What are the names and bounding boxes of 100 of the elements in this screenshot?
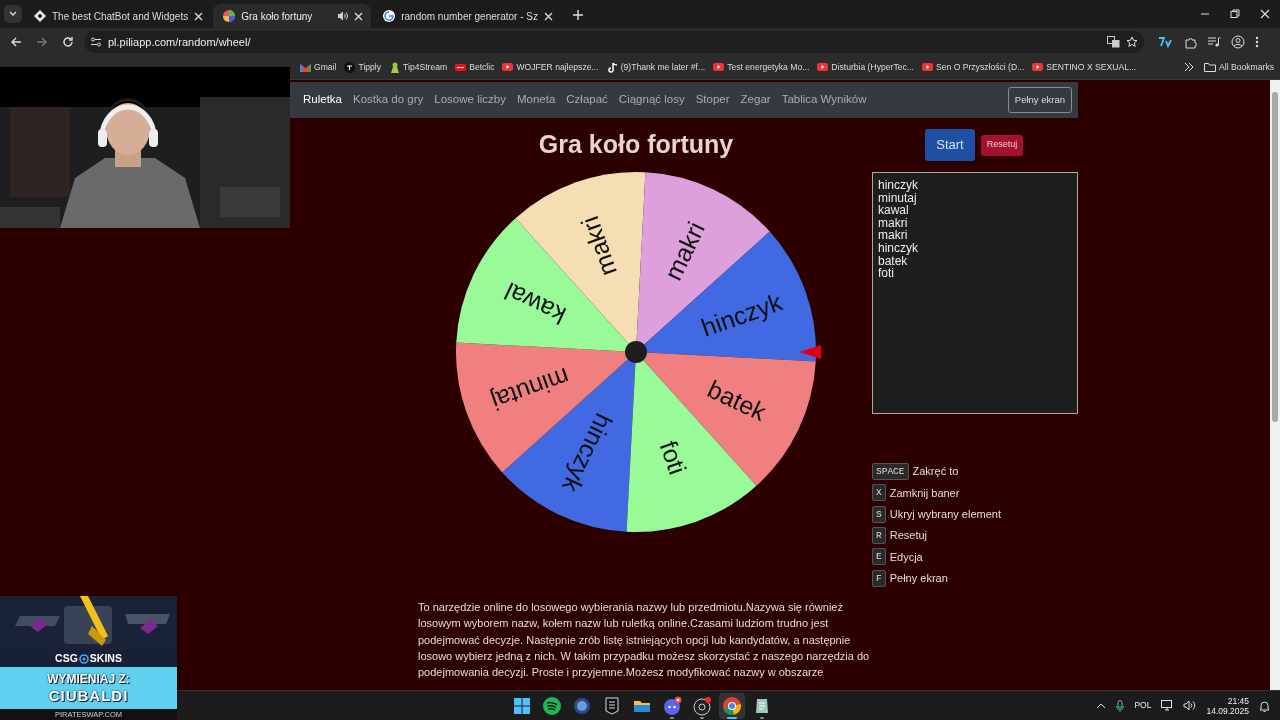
segment-label: makri — [575, 212, 622, 280]
star-icon[interactable] — [1126, 36, 1138, 48]
all-bookmarks-button[interactable]: All Bookmarks — [1204, 61, 1274, 74]
segment-label: foti — [654, 437, 693, 478]
bookmark[interactable]: Sen O Przyszłości (D... — [921, 61, 1025, 74]
bookmark[interactable]: Betclic — [455, 61, 495, 74]
logo-icon — [34, 10, 46, 22]
close-icon — [1259, 8, 1271, 20]
url-text: pl.piliapp.com/random/wheel/ — [108, 34, 252, 50]
entries-field[interactable]: hinczyk minutaj kawal makri makri hinczyk batek foti — [872, 172, 1078, 414]
keyboard-key: S — [872, 505, 886, 523]
address-bar[interactable]: pl.piliapp.com/random/wheel/ — [84, 31, 1144, 53]
wheel-hub — [625, 341, 647, 363]
scrollbar-thumb[interactable] — [1272, 92, 1278, 422]
video-play-icon — [817, 62, 829, 73]
keyboard-key: X — [872, 484, 886, 502]
chevron-up-icon[interactable] — [1096, 702, 1107, 709]
volume-icon[interactable] — [1183, 700, 1197, 711]
back-arrow-icon — [10, 36, 22, 48]
browser-tab[interactable]: The best ChatBot and Widgets — [24, 4, 212, 28]
close-icon[interactable] — [543, 11, 553, 21]
shortcut-label: Pełny ekran — [889, 570, 948, 586]
chevron-double-right-icon[interactable] — [1184, 62, 1195, 73]
pointer-marker — [799, 345, 821, 359]
brand-text: SKINS — [89, 650, 122, 666]
keyboard-key: SPACE — [872, 463, 909, 481]
bookmark[interactable]: Tipply — [344, 61, 382, 74]
keyboard-key: F — [872, 569, 886, 587]
video-play-icon — [921, 62, 933, 73]
bookmark[interactable]: Disturbia (HyperTec... — [817, 61, 914, 74]
keyboard-key: E — [872, 548, 886, 566]
bookmark[interactable]: SENTINO X SEXUAL... — [1032, 61, 1137, 74]
language-indicator[interactable]: POL — [1134, 699, 1152, 712]
fullscreen-button[interactable]: Pełny ekran — [1007, 86, 1072, 114]
nav-link[interactable]: Kostka do gry — [353, 91, 424, 109]
tab-search-button[interactable] — [4, 5, 22, 23]
network-icon[interactable] — [1161, 700, 1174, 711]
bookmark[interactable]: WOJFER najlepsze... — [502, 61, 599, 74]
video-play-icon — [713, 62, 725, 73]
start-button[interactable]: Start — [925, 129, 975, 161]
folder-icon — [1204, 62, 1217, 73]
chevron-down-icon — [9, 11, 17, 17]
clock-date[interactable]: 14.09.2025 — [1206, 705, 1249, 716]
chat-app-icon — [662, 695, 682, 716]
new-tab-icon[interactable] — [570, 8, 585, 22]
nav-link[interactable]: Losowe liczby — [434, 91, 506, 109]
segment-label: makri — [658, 217, 710, 285]
record-icon — [692, 695, 712, 716]
clock-time[interactable]: 21:45 — [1227, 695, 1249, 706]
bookmark[interactable]: Tip4Stream — [389, 61, 448, 74]
page-title: Gra koło fortuny — [537, 129, 735, 160]
wheel-icon — [223, 10, 236, 22]
orb-icon — [572, 695, 592, 716]
description-text: To narzędzie online do losowego wybierania nazwy lub przedmiotu.Nazywa się również losowym wyborem nazw, kołem nazw lub ruletką online.Czasami ludziom trudno jest podejmować decyzje. Następnie zrób listę istniejących opcji lub kandydatów, a następnie losowo wybierz jedną z nich. W takim przypadku możesz skorzystać z naszego narzędzia do podejmowania decyzji. Proste i przyjemne.Możesz modyfikować nazwy w obszarze — [418, 599, 871, 681]
browser-icon — [722, 695, 742, 716]
nav-link[interactable]: Moneta — [516, 91, 556, 109]
reset-button[interactable]: Resetuj — [981, 134, 1023, 156]
scrollbar[interactable] — [1270, 80, 1280, 690]
shortcut-label: Zamknij baner — [889, 485, 960, 501]
segment-label: batek — [703, 374, 771, 426]
figure-icon — [389, 62, 401, 73]
nav-link[interactable]: Ciągnąć losy — [618, 91, 685, 109]
bookmark[interactable]: Test energetyka Mo... — [713, 61, 810, 74]
restore-icon — [1229, 8, 1241, 20]
tip-badge-icon — [344, 62, 356, 73]
site-settings-icon[interactable] — [90, 36, 102, 48]
nav-link[interactable]: Ruletka — [303, 91, 342, 109]
ad-name: CIUBALDI — [48, 686, 129, 705]
close-icon[interactable] — [194, 11, 204, 21]
bookmark[interactable]: (9)Thank me later #f... — [606, 61, 706, 74]
reload-icon — [62, 36, 74, 48]
nav-link[interactable]: Zegar — [740, 91, 771, 109]
notification-bell-icon[interactable] — [1259, 699, 1270, 712]
profile-icon[interactable] — [1231, 35, 1245, 49]
keyboard-key: R — [872, 527, 886, 545]
shield-icon — [602, 695, 622, 716]
menu-icon[interactable] — [1255, 35, 1259, 49]
extension-icon[interactable] — [1158, 36, 1174, 48]
browser-tab[interactable]: Gra koło fortuny — [213, 4, 372, 28]
mail-icon — [300, 62, 311, 73]
search-engine-icon — [383, 10, 396, 22]
microphone-icon[interactable] — [1116, 699, 1125, 712]
nav-link[interactable]: Tablica Wyników — [781, 91, 867, 109]
bookmark[interactable]: Gmail — [300, 61, 337, 74]
nav-link[interactable]: Stoper — [695, 91, 730, 109]
taskbar-app-button[interactable] — [719, 692, 745, 719]
puzzle-icon[interactable] — [1184, 35, 1197, 49]
close-icon[interactable] — [354, 11, 364, 21]
nav-link[interactable]: Człapać — [566, 91, 608, 109]
ad-headline: WYMIENIAJ Z: — [47, 671, 130, 687]
betting-icon — [455, 62, 467, 73]
browser-tab[interactable]: random number generator - Sz — [373, 4, 561, 28]
segment-label: hinczyk — [697, 287, 786, 342]
translate-icon[interactable] — [1107, 36, 1120, 48]
music-note-icon — [606, 62, 618, 73]
sound-waves-icon — [542, 695, 562, 716]
speaker-icon[interactable] — [337, 11, 349, 21]
media-queue-icon[interactable] — [1207, 36, 1221, 48]
forward-arrow-icon — [36, 36, 48, 48]
shortcut-label: Zakręć to — [912, 464, 959, 480]
